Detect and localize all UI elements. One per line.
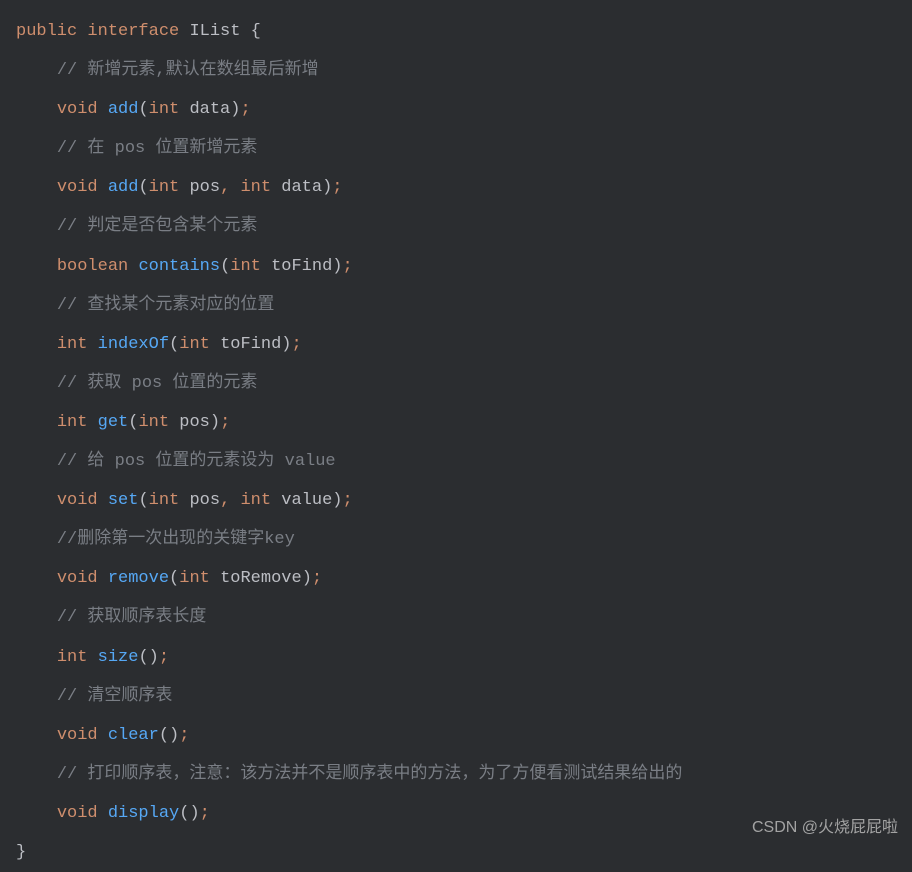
semi: ;: [291, 335, 301, 354]
keyword-int: int: [57, 648, 88, 667]
comment: // 给 pos 位置的元素设为 value: [57, 452, 336, 471]
param: pos: [189, 178, 220, 197]
param: pos: [189, 491, 220, 510]
paren: ): [149, 648, 159, 667]
keyword-int: int: [240, 491, 271, 510]
comment: // 打印顺序表，注意：该方法并不是顺序表中的方法，为了方便看测试结果给出的: [57, 765, 683, 784]
method-add: add: [108, 178, 139, 197]
method-remove: remove: [108, 569, 169, 588]
paren: ): [281, 335, 291, 354]
method-clear: clear: [108, 726, 159, 745]
param: data: [281, 178, 322, 197]
param: toFind: [271, 257, 332, 276]
paren: ): [230, 100, 240, 119]
comment: // 判定是否包含某个元素: [57, 217, 258, 236]
keyword-int: int: [240, 178, 271, 197]
paren: ): [210, 413, 220, 432]
keyword-int: int: [179, 335, 210, 354]
comment: // 清空顺序表: [57, 687, 173, 706]
method-indexof: indexOf: [98, 335, 169, 354]
comment: //删除第一次出现的关键字key: [57, 530, 295, 549]
keyword-void: void: [57, 804, 98, 823]
watermark: CSDN @火烧屁屁啦: [752, 810, 898, 847]
method-add: add: [108, 100, 139, 119]
method-display: display: [108, 804, 179, 823]
comma: ,: [220, 178, 230, 197]
keyword-public: public: [16, 22, 77, 41]
comment: // 新增元素,默认在数组最后新增: [57, 61, 319, 80]
keyword-int: int: [57, 413, 88, 432]
comment: // 获取顺序表长度: [57, 608, 207, 627]
semi: ;: [240, 100, 250, 119]
comment: // 获取 pos 位置的元素: [57, 374, 258, 393]
code-block: public interface IList { // 新增元素,默认在数组最后…: [16, 12, 896, 872]
keyword-int: int: [57, 335, 88, 354]
semi: ;: [312, 569, 322, 588]
paren: (: [179, 804, 189, 823]
paren: (: [128, 413, 138, 432]
paren: (: [169, 569, 179, 588]
comma: ,: [220, 491, 230, 510]
keyword-int: int: [230, 257, 261, 276]
semi: ;: [343, 491, 353, 510]
semi: ;: [332, 178, 342, 197]
semi: ;: [343, 257, 353, 276]
semi: ;: [159, 648, 169, 667]
param: value: [281, 491, 332, 510]
paren: ): [332, 491, 342, 510]
paren: (: [220, 257, 230, 276]
paren: ): [302, 569, 312, 588]
method-set: set: [108, 491, 139, 510]
keyword-boolean: boolean: [57, 257, 128, 276]
paren: ): [189, 804, 199, 823]
semi: ;: [200, 804, 210, 823]
paren: (: [169, 335, 179, 354]
keyword-interface: interface: [87, 22, 179, 41]
keyword-void: void: [57, 178, 98, 197]
keyword-void: void: [57, 100, 98, 119]
paren: (: [159, 726, 169, 745]
keyword-void: void: [57, 569, 98, 588]
semi: ;: [179, 726, 189, 745]
keyword-void: void: [57, 491, 98, 510]
semi: ;: [220, 413, 230, 432]
param: toFind: [220, 335, 281, 354]
method-size: size: [98, 648, 139, 667]
comment: // 在 pos 位置新增元素: [57, 139, 258, 158]
paren: (: [138, 648, 148, 667]
keyword-int: int: [149, 100, 180, 119]
keyword-int: int: [149, 491, 180, 510]
paren: ): [332, 257, 342, 276]
comment: // 查找某个元素对应的位置: [57, 296, 275, 315]
brace-open: {: [251, 22, 261, 41]
interface-name: IList: [189, 22, 240, 41]
param: pos: [179, 413, 210, 432]
method-get: get: [98, 413, 129, 432]
paren: (: [138, 100, 148, 119]
paren: (: [138, 491, 148, 510]
keyword-int: int: [138, 413, 169, 432]
paren: (: [138, 178, 148, 197]
keyword-void: void: [57, 726, 98, 745]
param: toRemove: [220, 569, 302, 588]
paren: ): [169, 726, 179, 745]
brace-close: }: [16, 843, 26, 862]
param: data: [189, 100, 230, 119]
keyword-int: int: [179, 569, 210, 588]
keyword-int: int: [149, 178, 180, 197]
method-contains: contains: [138, 257, 220, 276]
paren: ): [322, 178, 332, 197]
